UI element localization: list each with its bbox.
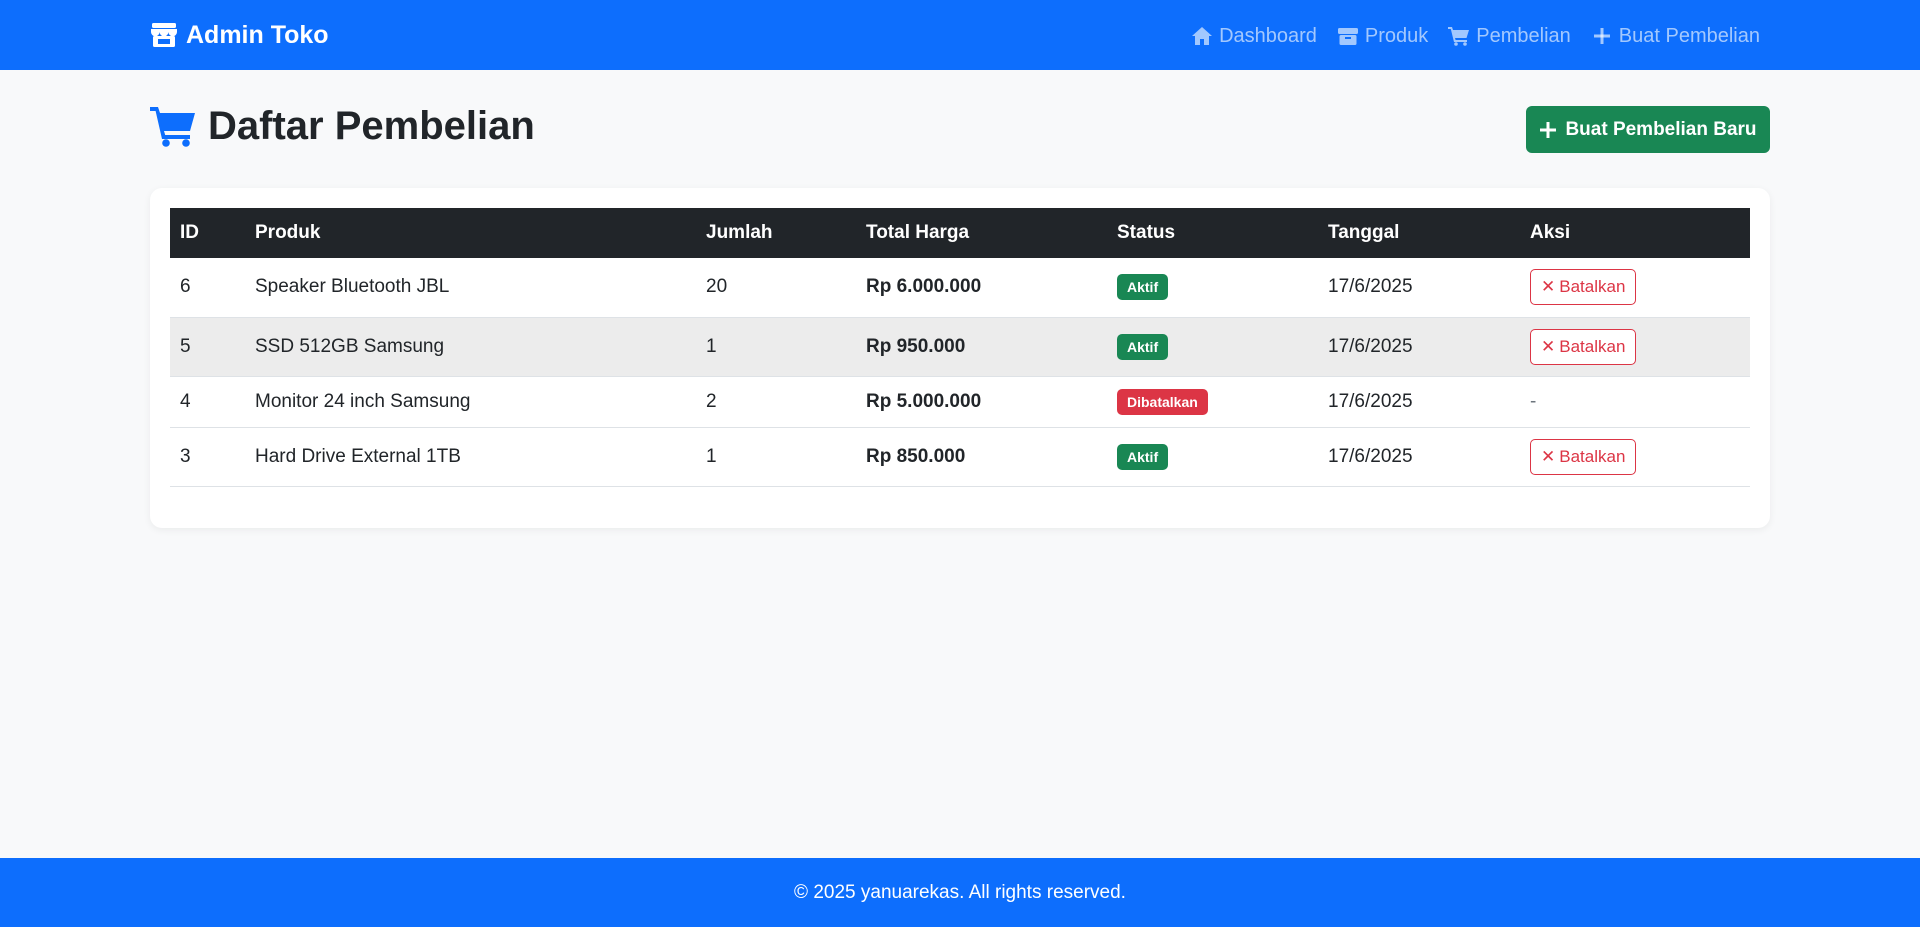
column-header-status: Status <box>1117 222 1176 243</box>
cart-icon <box>1448 27 1470 46</box>
close-icon: ✕ <box>1541 446 1556 466</box>
cell-date: 17/6/2025 <box>1318 317 1520 377</box>
nav-link-label: Produk <box>1364 24 1429 47</box>
cell-total: Rp 6.000.000 <box>856 258 1107 318</box>
cart-icon <box>150 107 195 147</box>
cell-date: 17/6/2025 <box>1318 258 1520 318</box>
cell-date: 17/6/2025 <box>1318 376 1520 428</box>
close-icon: ✕ <box>1541 277 1556 297</box>
status-badge: Dibatalkan <box>1117 388 1208 415</box>
page-title-text: Daftar Pembelian <box>208 103 535 148</box>
cell-qty: 2 <box>696 376 856 428</box>
close-icon: ✕ <box>1541 336 1556 356</box>
navbar: Admin Toko Dashboard Produk Pembelian Bu… <box>0 0 1920 70</box>
nav-link-label: Buat Pembelian <box>1618 24 1760 47</box>
column-header-tanggal: Tanggal <box>1328 222 1400 243</box>
store-icon <box>151 23 177 47</box>
footer-text: © 2025 yanuarekas. All rights reserved. <box>794 881 1126 903</box>
brand[interactable]: Admin Toko <box>150 20 329 50</box>
plus-icon <box>1593 28 1610 44</box>
table-row: 3 Hard Drive External 1TB 1 Rp 850.000 A… <box>170 427 1750 487</box>
cell-id: 4 <box>170 376 245 428</box>
purchases-card: ID Produk Jumlah Total Harga Status Tang… <box>150 188 1770 528</box>
cell-action: ✕ Batalkan <box>1520 317 1750 377</box>
cancel-button[interactable]: ✕ Batalkan <box>1530 438 1637 475</box>
table-header-row: ID Produk Jumlah Total Harga Status Tang… <box>170 208 1750 258</box>
cell-qty: 1 <box>696 427 856 487</box>
nav-link-label: Pembelian <box>1476 24 1571 47</box>
home-icon <box>1192 27 1213 45</box>
footer: © 2025 yanuarekas. All rights reserved. <box>0 858 1920 927</box>
cell-id: 6 <box>170 258 245 318</box>
cell-id: 3 <box>170 427 245 487</box>
page-title: Daftar Pembelian <box>150 100 535 152</box>
cell-total: Rp 950.000 <box>856 317 1107 377</box>
nav-link-dashboard[interactable]: Dashboard <box>1191 25 1317 48</box>
cell-id: 5 <box>170 317 245 377</box>
cell-product: Speaker Bluetooth JBL <box>245 258 696 318</box>
cancel-button-label: Batalkan <box>1559 277 1626 297</box>
nav-links: Dashboard Produk Pembelian Buat Pembelia… <box>1191 22 1760 50</box>
column-header-id: ID <box>180 222 199 243</box>
column-header-total-harga: Total Harga <box>866 222 970 243</box>
new-purchase-button[interactable]: Buat Pembelian Baru <box>1526 106 1770 153</box>
cell-status: Aktif <box>1107 317 1318 377</box>
cell-total: Rp 850.000 <box>856 427 1107 487</box>
plus-icon <box>1540 121 1557 138</box>
cell-product: Monitor 24 inch Samsung <box>245 376 696 428</box>
cell-qty: 1 <box>696 317 856 377</box>
nav-link-label: Dashboard <box>1219 24 1317 47</box>
status-badge: Aktif <box>1117 333 1169 360</box>
box-icon <box>1337 28 1358 45</box>
cell-product: Hard Drive External 1TB <box>245 427 696 487</box>
cancel-button-label: Batalkan <box>1559 446 1626 466</box>
cell-date: 17/6/2025 <box>1318 427 1520 487</box>
cell-status: Aktif <box>1107 258 1318 318</box>
cell-qty: 20 <box>696 258 856 318</box>
new-purchase-label: Buat Pembelian Baru <box>1565 118 1757 140</box>
nav-link-pembelian[interactable]: Pembelian <box>1448 25 1571 48</box>
cancel-button-label: Batalkan <box>1559 336 1626 356</box>
cell-action: ✕ Batalkan <box>1520 427 1750 487</box>
cell-action: ✕ Batalkan <box>1520 258 1750 318</box>
cancel-button[interactable]: ✕ Batalkan <box>1530 269 1637 306</box>
cell-status: Aktif <box>1107 427 1318 487</box>
brand-label: Admin Toko <box>186 20 329 49</box>
cell-action: - <box>1520 376 1750 428</box>
column-header-jumlah: Jumlah <box>706 222 773 243</box>
cancel-button[interactable]: ✕ Batalkan <box>1530 328 1637 365</box>
table-row: 4 Monitor 24 inch Samsung 2 Rp 5.000.000… <box>170 376 1750 428</box>
table-row: 5 SSD 512GB Samsung 1 Rp 950.000 Aktif 1… <box>170 317 1750 377</box>
cell-product: SSD 512GB Samsung <box>245 317 696 377</box>
column-header-aksi: Aksi <box>1530 222 1571 243</box>
column-header-produk: Produk <box>255 222 321 243</box>
table-row: 6 Speaker Bluetooth JBL 20 Rp 6.000.000 … <box>170 258 1750 318</box>
cell-total: Rp 5.000.000 <box>856 376 1107 428</box>
cell-status: Dibatalkan <box>1107 376 1318 428</box>
nav-link-produk[interactable]: Produk <box>1337 25 1428 48</box>
status-badge: Aktif <box>1117 443 1169 470</box>
nav-link-buat-pembelian[interactable]: Buat Pembelian <box>1591 25 1760 48</box>
purchases-table: ID Produk Jumlah Total Harga Status Tang… <box>170 208 1750 487</box>
status-badge: Aktif <box>1117 274 1169 301</box>
